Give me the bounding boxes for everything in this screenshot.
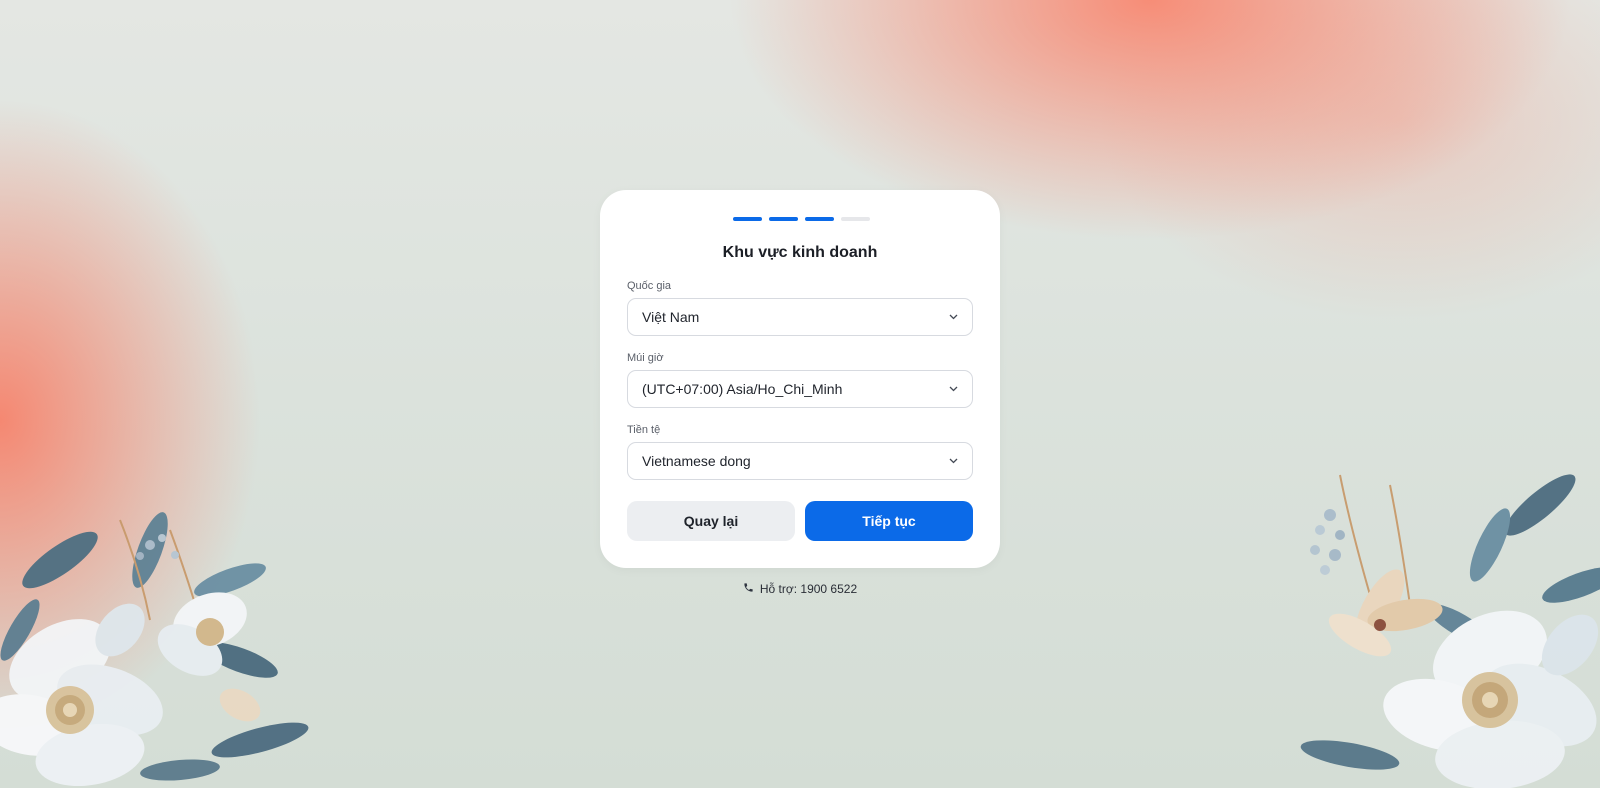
- chevron-down-icon: [948, 384, 958, 394]
- flower-decoration-left: [0, 512, 309, 787]
- currency-value: Vietnamese dong: [642, 453, 751, 469]
- timezone-label: Múi giờ: [627, 352, 664, 364]
- timezone-select[interactable]: (UTC+07:00) Asia/Ho_Chi_Minh: [627, 370, 973, 408]
- chevron-down-icon: [948, 456, 958, 466]
- support-line: Hỗ trợ: 1900 6522: [0, 582, 1600, 596]
- support-phone-text[interactable]: Hỗ trợ: 1900 6522: [760, 582, 857, 596]
- chevron-down-icon: [948, 312, 958, 322]
- step-indicator-1: [733, 217, 762, 221]
- back-button[interactable]: Quay lại: [627, 501, 795, 541]
- card-title: Khu vực kinh doanh: [722, 244, 878, 261]
- step-indicator-4: [841, 217, 870, 221]
- step-indicator-3: [805, 217, 834, 221]
- currency-label: Tiền tệ: [627, 424, 661, 436]
- phone-icon: [743, 582, 754, 596]
- country-label: Quốc gia: [627, 280, 672, 292]
- flower-decoration-right: [1300, 474, 1600, 788]
- step-indicator-2: [769, 217, 798, 221]
- page-background: Khu vực kinh doanh Quốc gia Việt Nam Múi…: [0, 0, 1600, 788]
- continue-button[interactable]: Tiếp tục: [805, 501, 973, 541]
- timezone-value: (UTC+07:00) Asia/Ho_Chi_Minh: [642, 381, 843, 397]
- business-region-card: Khu vực kinh doanh Quốc gia Việt Nam Múi…: [600, 190, 1000, 568]
- country-value: Việt Nam: [642, 309, 700, 325]
- step-progress: [733, 217, 870, 221]
- country-select[interactable]: Việt Nam: [627, 298, 973, 336]
- currency-select[interactable]: Vietnamese dong: [627, 442, 973, 480]
